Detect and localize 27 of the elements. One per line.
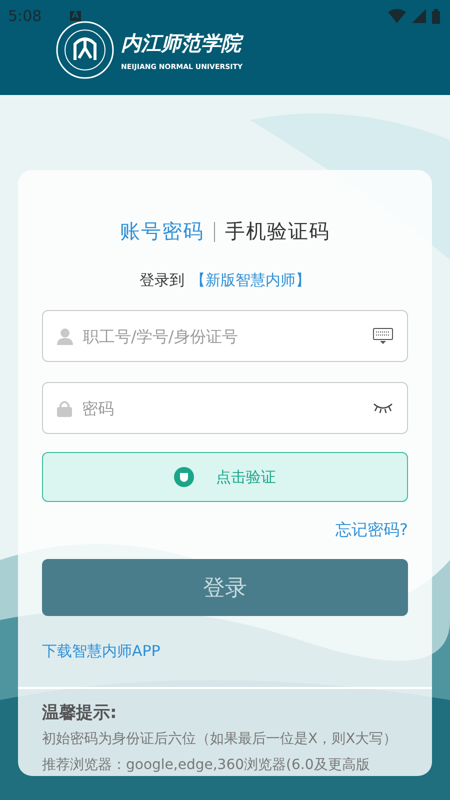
system-name: 【新版智慧内师】 [190, 271, 310, 290]
input-field[interactable]: 密码 [42, 382, 408, 434]
status-time: 5:08 [8, 7, 42, 25]
input-field[interactable]: 职工号/学号/身份证号 [42, 310, 408, 362]
person-icon [57, 328, 73, 344]
tips-title: 温馨提示: [42, 702, 118, 724]
download-app-link[interactable]: 下载智慧内师APP [42, 642, 160, 661]
text-input[interactable]: 密码 [80, 398, 365, 418]
closed-eye-icon[interactable] [373, 402, 393, 414]
lock-icon [57, 400, 72, 416]
text-input[interactable]: 职工号/学号/身份证号 [81, 326, 365, 346]
signal-icon [412, 9, 426, 23]
battery-icon [432, 8, 440, 24]
tip-text: 推荐浏览器：google,edge,360浏览器(6.0及更高版 [42, 756, 371, 775]
notification-icon: A [70, 11, 81, 21]
wifi-icon [388, 9, 406, 23]
shield-icon [174, 467, 194, 487]
login-tab[interactable]: 账号密码 [120, 218, 204, 245]
seal-icon [55, 20, 115, 80]
keyboard-icon[interactable] [373, 328, 393, 344]
school-name: 内江师范学院 [121, 30, 243, 56]
login-to-label: 登录到 [140, 271, 184, 290]
verify-button[interactable]: 点击验证 [42, 452, 408, 502]
forgot-password-link[interactable]: 忘记密码? [336, 520, 408, 541]
login-tab[interactable]: 手机验证码 [225, 218, 330, 245]
tip-text: 初始密码为身份证后六位（如果最后一位是X，则X大写） [42, 730, 398, 749]
login-button[interactable]: 登录 [42, 559, 408, 616]
